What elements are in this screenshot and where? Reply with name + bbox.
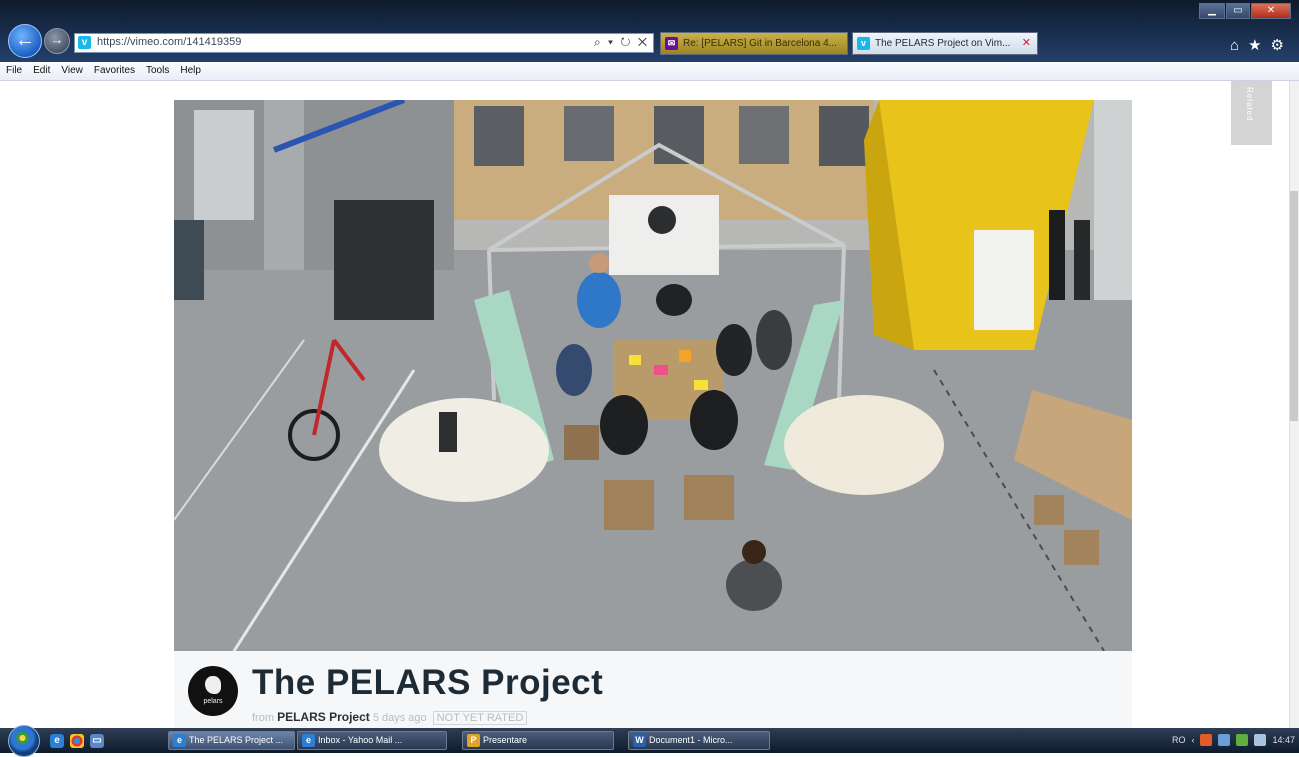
taskbar-button-document[interactable]: W Document1 - Micro... xyxy=(628,731,770,750)
system-tray: RO ‹ 14:47 xyxy=(1172,734,1295,746)
tab-label: The PELARS Project on Vim... xyxy=(875,38,1011,49)
security-icon[interactable] xyxy=(1236,734,1249,746)
back-button[interactable]: ← xyxy=(8,24,42,58)
address-bar[interactable]: v https://vimeo.com/141419359 ⌕ ▾ ↻ ✕ xyxy=(74,33,654,53)
web-page: Related pelars The PELARS Project from P… xyxy=(0,81,1299,728)
ie-icon: e xyxy=(302,734,315,747)
menu-view[interactable]: View xyxy=(55,62,88,80)
video-player[interactable] xyxy=(174,100,1132,651)
address-tools[interactable]: ⌕ ▾ ↻ ✕ xyxy=(594,35,649,50)
menu-help[interactable]: Help xyxy=(174,62,206,80)
powerpoint-icon: P xyxy=(467,734,480,747)
network-icon[interactable] xyxy=(1218,734,1231,746)
owner-link[interactable]: PELARS Project xyxy=(277,710,370,724)
browser-toolbar-icons: ⌂★⚙ xyxy=(1230,36,1293,54)
gear-icon[interactable]: ⚙ xyxy=(1271,37,1293,54)
volume-icon[interactable] xyxy=(1254,734,1267,746)
minimize-button[interactable]: ▁ xyxy=(1199,3,1225,19)
upload-age: 5 days ago xyxy=(372,712,427,724)
video-info: pelars The PELARS Project from PELARS Pr… xyxy=(174,651,1132,728)
related-side-tab[interactable]: Related xyxy=(1231,81,1272,145)
yahoo-mail-icon: ✉ xyxy=(665,37,678,50)
forward-arrow-icon: → xyxy=(50,32,64,47)
tray-app-icon[interactable] xyxy=(1200,734,1213,746)
word-icon: W xyxy=(633,734,646,747)
tray-expand-icon[interactable]: ‹ xyxy=(1191,735,1194,745)
close-window-button[interactable]: ✕ xyxy=(1251,3,1291,19)
pelars-logo-icon xyxy=(205,676,221,694)
menu-favorites[interactable]: Favorites xyxy=(88,62,140,80)
taskbar-label: Inbox - Yahoo Mail ... xyxy=(318,735,403,745)
taskbar-button-presentare[interactable]: P Presentare xyxy=(462,731,614,750)
tab-label: Re: [PELARS] Git in Barcelona 4... xyxy=(683,38,837,49)
taskbar-button-yahoo[interactable]: e Inbox - Yahoo Mail ... xyxy=(297,731,447,750)
menu-tools[interactable]: Tools xyxy=(140,62,174,80)
start-button[interactable] xyxy=(8,725,40,757)
show-desktop-icon[interactable]: ▭ xyxy=(90,734,104,748)
video-byline: from PELARS Project 5 days ago NOT YET R… xyxy=(252,710,528,725)
vimeo-icon: v xyxy=(857,37,870,50)
video-title: The PELARS Project xyxy=(252,663,604,702)
home-icon[interactable]: ⌂ xyxy=(1230,37,1248,54)
forward-button[interactable]: → xyxy=(44,28,70,54)
rating-badge: NOT YET RATED xyxy=(432,711,528,725)
address-url[interactable]: https://vimeo.com/141419359 xyxy=(97,36,241,48)
taskbar-button-pelars[interactable]: e The PELARS Project ... xyxy=(168,731,295,750)
byline-prefix: from xyxy=(252,712,274,724)
maximize-button[interactable]: ▭ xyxy=(1226,3,1250,19)
scrollbar-thumb[interactable] xyxy=(1290,191,1298,421)
taskbar-label: Document1 - Micro... xyxy=(649,735,733,745)
favorites-star-icon[interactable]: ★ xyxy=(1248,37,1270,54)
window-controls: ▁ ▭ ✕ xyxy=(1199,3,1291,19)
tab-yahoo-mail[interactable]: ✉ Re: [PELARS] Git in Barcelona 4... xyxy=(660,32,848,55)
tab-vimeo[interactable]: v The PELARS Project on Vim... ✕ xyxy=(852,32,1038,55)
video-frame-illustration xyxy=(174,100,1132,651)
back-arrow-icon: ← xyxy=(15,29,35,51)
menu-bar: File Edit View Favorites Tools Help xyxy=(0,62,1299,81)
owner-avatar[interactable]: pelars xyxy=(188,666,238,716)
browser-chrome: ▁ ▭ ✕ ← → v https://vimeo.com/141419359 … xyxy=(0,0,1299,62)
tab-close-icon[interactable]: ✕ xyxy=(1022,33,1031,54)
menu-edit[interactable]: Edit xyxy=(27,62,55,80)
menu-file[interactable]: File xyxy=(0,62,27,80)
clock[interactable]: 14:47 xyxy=(1272,735,1295,745)
ie-icon: e xyxy=(173,734,186,747)
chrome-icon[interactable] xyxy=(70,734,84,748)
taskbar-label: The PELARS Project ... xyxy=(189,735,284,745)
vimeo-icon: v xyxy=(78,36,91,49)
windows-taskbar: e ▭ e The PELARS Project ... e Inbox - Y… xyxy=(0,725,1299,757)
ie-icon[interactable]: e xyxy=(50,734,64,748)
language-indicator[interactable]: RO xyxy=(1172,735,1186,745)
side-panel-label: Related xyxy=(1245,87,1254,122)
taskbar-label: Presentare xyxy=(483,735,528,745)
avatar-text: pelars xyxy=(203,698,223,705)
